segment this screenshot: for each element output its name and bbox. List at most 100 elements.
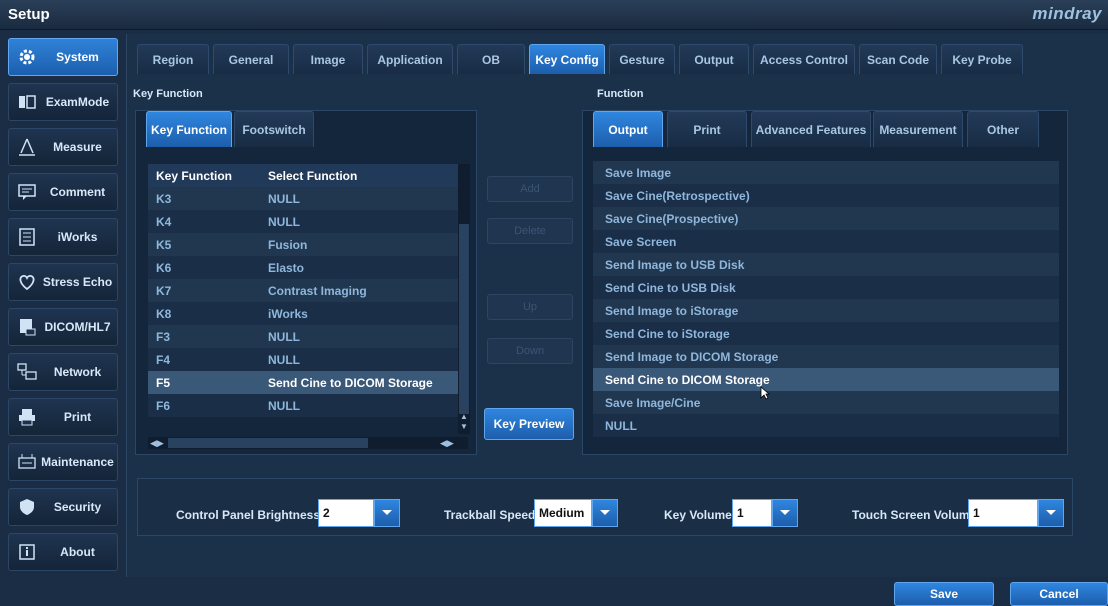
chevron-down-icon[interactable] [772, 499, 798, 527]
sidebar-item-network[interactable]: Network [8, 353, 118, 391]
function-cell: NULL [268, 352, 300, 367]
scroll-up-icon[interactable]: ▲ [458, 412, 470, 422]
list-item[interactable]: Save Image/Cine [593, 391, 1059, 414]
sidebar-item-exammode[interactable]: ExamMode [8, 83, 118, 121]
info-icon [16, 541, 38, 563]
sidebar-item-label: Print [63, 410, 92, 424]
chevron-down-icon[interactable] [1038, 499, 1064, 527]
sidebar-item-print[interactable]: Print [8, 398, 118, 436]
function-cell: Send Cine to DICOM Storage [268, 375, 433, 390]
list-item[interactable]: Send Image to USB Disk [593, 253, 1059, 276]
tab-general[interactable]: General [213, 44, 289, 74]
scroll-left-right-icon[interactable]: ◀▶ [440, 437, 454, 449]
sidebar-item-label: About [60, 545, 95, 559]
table-row[interactable]: K6 Elasto [148, 256, 468, 279]
subtab-key-function[interactable]: Key Function [146, 111, 232, 147]
subtab-output[interactable]: Output [593, 111, 663, 147]
sidebar-item-label: DICOM/HL7 [44, 320, 111, 334]
scrollbar-thumb[interactable] [168, 438, 368, 448]
table-row[interactable]: K7 Contrast Imaging [148, 279, 468, 302]
key-cell: K6 [156, 260, 172, 275]
up-button[interactable]: Up [487, 294, 573, 320]
list-item[interactable]: Save Image [593, 161, 1059, 184]
touch-screen-volume-value: 1 [968, 499, 1038, 527]
scrollbar-thumb[interactable] [459, 224, 469, 414]
key-volume-label: Key Volume [664, 508, 732, 522]
sidebar-item-iworks[interactable]: iWorks [8, 218, 118, 256]
list-item[interactable]: NULL [593, 414, 1059, 437]
touch-screen-volume-select[interactable]: 1 [968, 499, 1064, 527]
sidebar-item-label: Network [53, 365, 102, 379]
vertical-scrollbar[interactable]: ▲ ▼ [458, 164, 470, 434]
maintenance-icon [16, 451, 38, 473]
sidebar-item-comment[interactable]: Comment [8, 173, 118, 211]
list-item[interactable]: Send Cine to iStorage [593, 322, 1059, 345]
scroll-left-right-icon[interactable]: ◀▶ [150, 437, 164, 449]
table-row[interactable]: K8 iWorks [148, 302, 468, 325]
subtab-advanced-features[interactable]: Advanced Features [751, 111, 871, 147]
list-item[interactable]: Save Cine(Retrospective) [593, 184, 1059, 207]
horizontal-scrollbar[interactable]: ◀▶ ◀▶ [148, 437, 468, 449]
table-row[interactable]: F6 NULL [148, 394, 468, 417]
table-row[interactable]: K5 Fusion [148, 233, 468, 256]
scroll-down-icon[interactable]: ▼ [458, 422, 470, 432]
main-content: Region General Image Application OB Key … [126, 34, 1108, 577]
tab-ob[interactable]: OB [457, 44, 525, 74]
function-cell: Contrast Imaging [268, 283, 367, 298]
list-item[interactable]: Save Screen [593, 230, 1059, 253]
table-row[interactable]: K3 NULL [148, 187, 468, 210]
down-button[interactable]: Down [487, 338, 573, 364]
trackball-speed-value: Medium [534, 499, 592, 527]
key-cell: K7 [156, 283, 172, 298]
table-row[interactable]: K4 NULL [148, 210, 468, 233]
tab-scan-code[interactable]: Scan Code [859, 44, 937, 74]
key-function-section-label: Key Function [133, 88, 203, 100]
list-item[interactable]: Save Cine(Prospective) [593, 207, 1059, 230]
tab-key-probe[interactable]: Key Probe [941, 44, 1023, 74]
measure-icon [16, 136, 38, 158]
sidebar-item-measure[interactable]: Measure [8, 128, 118, 166]
save-button[interactable]: Save [894, 582, 994, 606]
trackball-speed-select[interactable]: Medium [534, 499, 618, 527]
add-button[interactable]: Add [487, 176, 573, 202]
delete-button[interactable]: Delete [487, 218, 573, 244]
printer-icon [16, 406, 38, 428]
sidebar-item-maintenance[interactable]: Maintenance [8, 443, 118, 481]
subtab-other[interactable]: Other [967, 111, 1039, 147]
key-volume-select[interactable]: 1 [732, 499, 798, 527]
subtab-measurement[interactable]: Measurement [873, 111, 963, 147]
list-item[interactable]: Send Cine to USB Disk [593, 276, 1059, 299]
chevron-down-icon[interactable] [592, 499, 618, 527]
tab-access-control[interactable]: Access Control [753, 44, 855, 74]
table-row[interactable]: F3 NULL [148, 325, 468, 348]
sidebar-item-about[interactable]: About [8, 533, 118, 571]
cancel-button[interactable]: Cancel [1010, 582, 1108, 606]
table-row[interactable]: F4 NULL [148, 348, 468, 371]
sidebar-item-label: Measure [53, 140, 102, 154]
list-item[interactable]: Send Image to iStorage [593, 299, 1059, 322]
list-item-selected[interactable]: Send Cine to DICOM Storage [593, 368, 1059, 391]
mouse-cursor-icon [760, 386, 771, 403]
sidebar-item-dicom-hl7[interactable]: DICOM/HL7 [8, 308, 118, 346]
tab-application[interactable]: Application [367, 44, 453, 74]
key-preview-button[interactable]: Key Preview [484, 408, 574, 440]
function-cell: Elasto [268, 260, 305, 275]
tab-output[interactable]: Output [679, 44, 749, 74]
function-list: Save Image Save Cine(Retrospective) Save… [593, 161, 1059, 437]
brand-logo: mindray [1032, 4, 1102, 23]
sidebar-item-stress-echo[interactable]: Stress Echo [8, 263, 118, 301]
chevron-down-icon[interactable] [374, 499, 400, 527]
sidebar-item-system[interactable]: System [8, 38, 118, 76]
subtab-footswitch[interactable]: Footswitch [234, 111, 314, 147]
tab-region[interactable]: Region [137, 44, 209, 74]
sidebar-item-security[interactable]: Security [8, 488, 118, 526]
list-item[interactable]: Send Image to DICOM Storage [593, 345, 1059, 368]
network-icon [16, 361, 38, 383]
subtab-print[interactable]: Print [667, 111, 747, 147]
function-section-label: Function [597, 88, 644, 100]
brightness-select[interactable]: 2 [318, 499, 400, 527]
table-row-selected[interactable]: F5 Send Cine to DICOM Storage [148, 371, 468, 394]
tab-gesture[interactable]: Gesture [609, 44, 675, 74]
tab-image[interactable]: Image [293, 44, 363, 74]
tab-key-config[interactable]: Key Config [529, 44, 605, 74]
